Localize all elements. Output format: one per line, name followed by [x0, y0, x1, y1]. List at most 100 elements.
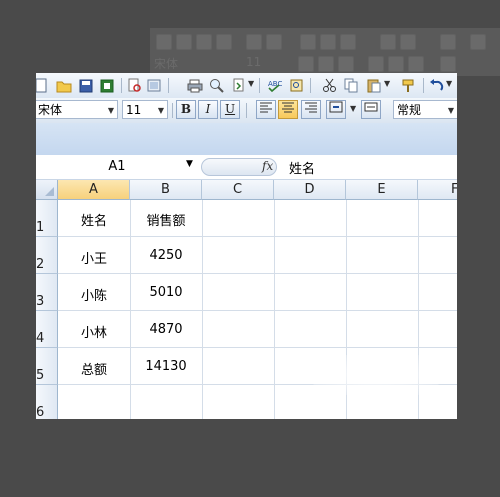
italic-button[interactable]: I — [198, 100, 218, 119]
undo-icon — [400, 34, 416, 50]
email-button[interactable] — [146, 77, 163, 94]
font-name-value: 宋体 — [38, 103, 63, 117]
column-header-e[interactable]: E — [346, 180, 418, 200]
book-icon — [290, 79, 303, 92]
background-toolbar: 宋体 11 — [150, 28, 500, 76]
print-button[interactable] — [186, 77, 203, 94]
research-book-button[interactable] — [288, 77, 305, 94]
spelling-icon: ABC — [268, 80, 282, 93]
toolbar-separator — [310, 78, 311, 93]
column-header-d[interactable]: D — [274, 180, 346, 200]
cell-b1[interactable]: 销售额 — [130, 210, 202, 229]
toolbar-separator — [246, 103, 247, 118]
align-left-button[interactable] — [256, 100, 276, 119]
merge-dropdown-icon[interactable]: ▼ — [350, 104, 356, 113]
background-toolbar-row-1 — [150, 30, 500, 52]
grid-line — [58, 236, 457, 237]
align-right-button[interactable] — [301, 100, 321, 119]
insert-function-button[interactable]: fx — [262, 159, 273, 173]
row-header-3[interactable]: 3 — [36, 274, 58, 311]
spelling-button[interactable]: ABC — [266, 77, 283, 94]
paste-button[interactable] — [366, 77, 383, 94]
toolbar-separator — [121, 78, 122, 93]
undo-button[interactable] — [428, 77, 445, 94]
paste-icon — [340, 34, 356, 50]
underline-button[interactable]: U — [220, 100, 240, 119]
align-center-icon — [282, 102, 294, 113]
row-header-4[interactable]: 4 — [36, 311, 58, 348]
magnifier-icon — [210, 79, 224, 93]
number-format-select[interactable]: 常规 ▼ — [393, 100, 457, 119]
background-font-name: 宋体 — [154, 57, 179, 71]
currency-format-button[interactable] — [361, 100, 381, 119]
task-pane-band — [36, 123, 457, 156]
select-all-button[interactable] — [36, 180, 58, 200]
row-number: 6 — [36, 405, 45, 419]
scissors-icon — [323, 78, 336, 92]
research-dropdown-icon[interactable]: ▼ — [248, 79, 254, 88]
formula-input[interactable]: 姓名 — [289, 158, 315, 177]
paste-dropdown-icon[interactable]: ▼ — [384, 79, 390, 88]
format-painter-icon — [402, 79, 413, 92]
open-icon — [176, 34, 192, 50]
cell-b2[interactable]: 4250 — [130, 248, 202, 263]
font-name-select[interactable]: 宋体 ▼ — [36, 100, 118, 119]
cell-b4[interactable]: 4870 — [130, 322, 202, 337]
print-preview-button[interactable] — [126, 77, 143, 94]
bold-button[interactable]: B — [176, 100, 196, 119]
redo-icon — [440, 34, 456, 50]
research-button[interactable] — [231, 77, 248, 94]
cell-a1[interactable]: 姓名 — [58, 210, 130, 229]
research-icon — [266, 34, 282, 50]
row-header-2[interactable]: 2 — [36, 237, 58, 274]
column-header-c[interactable]: C — [202, 180, 274, 200]
open-button[interactable] — [55, 77, 72, 94]
merge-center-icon — [329, 101, 343, 113]
cut-button[interactable] — [321, 77, 338, 94]
cell-a5[interactable]: 总额 — [58, 359, 130, 378]
format-painter-icon — [380, 34, 396, 50]
cut-icon — [300, 34, 316, 50]
chevron-down-icon: ▼ — [447, 106, 454, 115]
format-painter-button[interactable] — [401, 77, 418, 94]
name-box-dropdown-icon[interactable]: ▼ — [186, 159, 193, 169]
new-document-button[interactable] — [36, 77, 49, 94]
new-document-icon — [36, 78, 46, 93]
cell-b5[interactable]: 14130 — [130, 359, 202, 374]
row-number: 2 — [36, 257, 45, 272]
align-left-icon — [260, 102, 272, 113]
name-box[interactable]: A1 — [36, 157, 198, 177]
row-header-6[interactable]: 6 — [36, 385, 58, 419]
row-number: 4 — [36, 331, 45, 346]
cell-a2[interactable]: 小王 — [58, 248, 130, 267]
copy-button[interactable] — [343, 77, 360, 94]
copy-icon — [344, 78, 358, 93]
background-toolbar-row-2: 宋体 11 — [150, 52, 500, 74]
merge-icon — [440, 56, 456, 72]
column-header-b[interactable]: B — [130, 180, 202, 200]
align-center-button[interactable] — [278, 100, 298, 119]
undo-icon — [430, 79, 444, 91]
background-font-size: 11 — [246, 55, 262, 69]
font-size-select[interactable]: 11 ▼ — [122, 100, 168, 119]
row-header-5[interactable]: 5 — [36, 348, 58, 385]
row-number: 5 — [36, 368, 45, 383]
merge-center-button[interactable] — [326, 100, 346, 119]
row-header-1[interactable]: 1 — [36, 200, 58, 237]
grid-line — [58, 310, 457, 311]
zoom-preview-button[interactable] — [208, 77, 225, 94]
permission-button[interactable] — [99, 77, 116, 94]
column-header-f[interactable]: F — [418, 180, 457, 200]
print-preview-icon — [128, 78, 141, 92]
column-header-a[interactable]: A — [58, 180, 130, 200]
cell-a4[interactable]: 小林 — [58, 322, 130, 341]
email-icon — [147, 79, 161, 92]
sheet-grid[interactable]: A B C D E F 1 2 3 4 5 6 姓名 销售额 小王 4250 小… — [36, 180, 457, 419]
undo-dropdown-icon[interactable]: ▼ — [446, 79, 452, 88]
cell-a3[interactable]: 小陈 — [58, 285, 130, 304]
save-icon — [196, 34, 212, 50]
cell-b3[interactable]: 5010 — [130, 285, 202, 300]
print-icon — [187, 79, 202, 92]
toolbar-separator — [172, 103, 173, 118]
save-button[interactable] — [77, 77, 94, 94]
